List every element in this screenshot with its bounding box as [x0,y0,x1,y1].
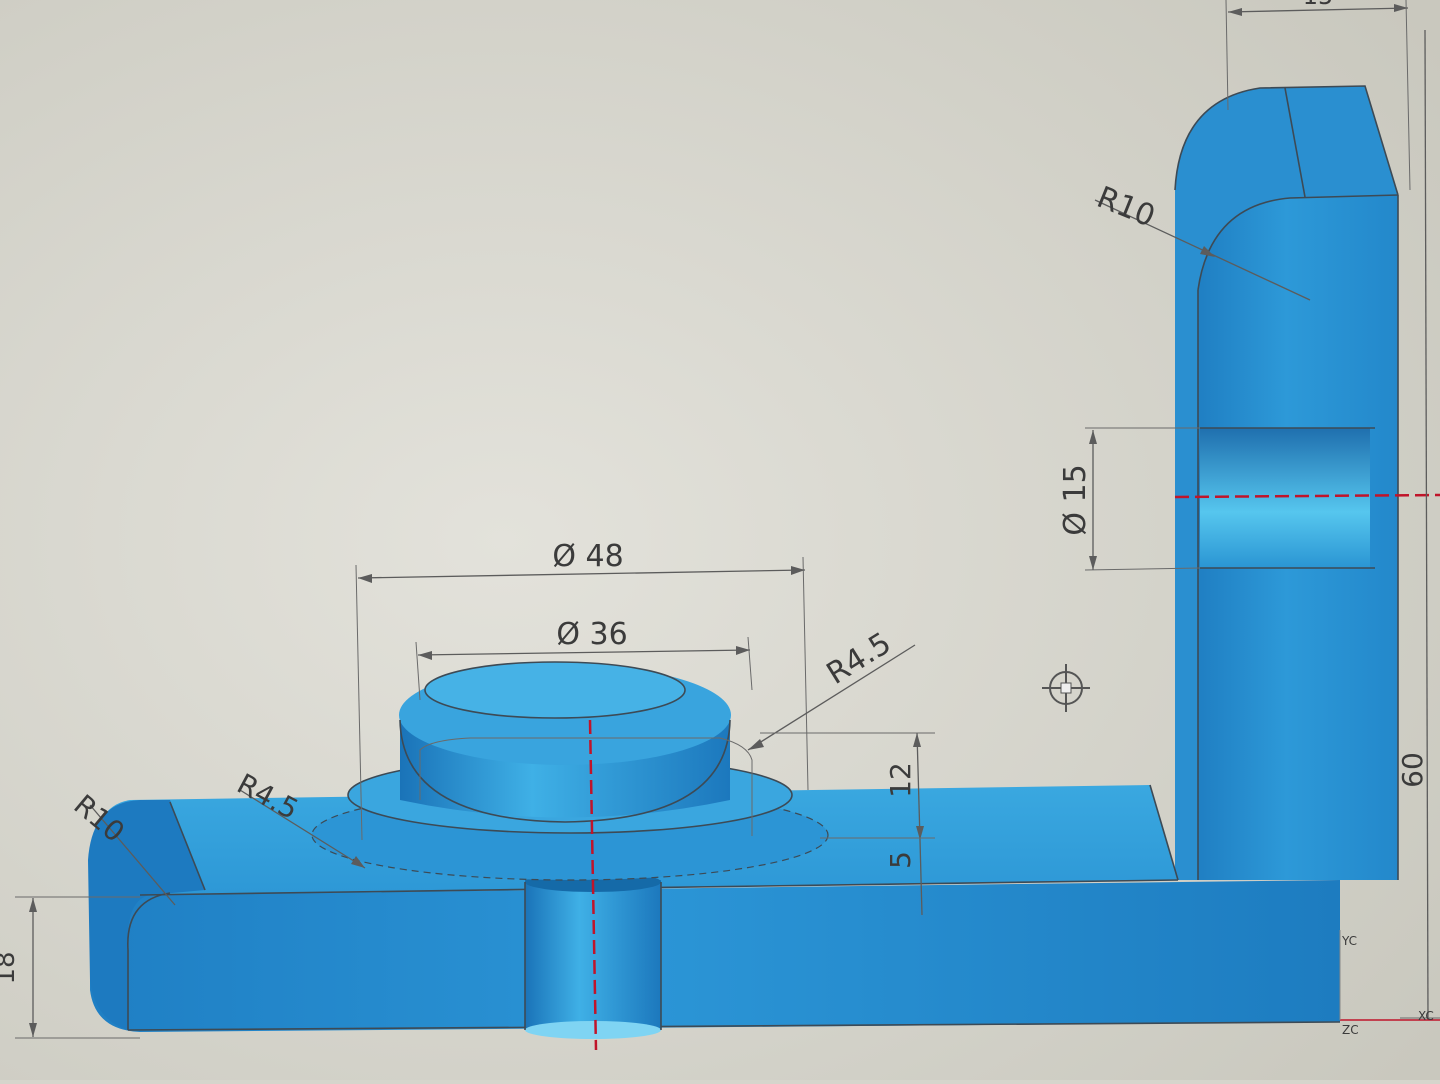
label-h-60: 60 [1396,752,1429,788]
hole-dia-15 [1200,428,1370,568]
label-dia-15: Ø 15 [1058,464,1093,535]
axis-label-zc: ZC [1342,1023,1359,1037]
label-w-15-top: 15 [1303,0,1334,10]
label-dia-36: Ø 36 [556,617,627,652]
label-h-18: 18 [0,951,21,984]
cad-drawing: Ø 48 Ø 36 R4.5 R4.5 R10 R10 Ø 15 12 5 18… [0,0,1440,1080]
axis-label-yc: YC [1341,934,1357,948]
label-h-12: 12 [884,762,917,798]
label-h-5: 5 [884,851,917,869]
label-dia-48: Ø 48 [552,539,623,574]
axis-label-xc: XC [1418,1009,1434,1023]
cad-viewport[interactable]: Ø 48 Ø 36 R4.5 R4.5 R10 R10 Ø 15 12 5 18… [0,0,1440,1080]
